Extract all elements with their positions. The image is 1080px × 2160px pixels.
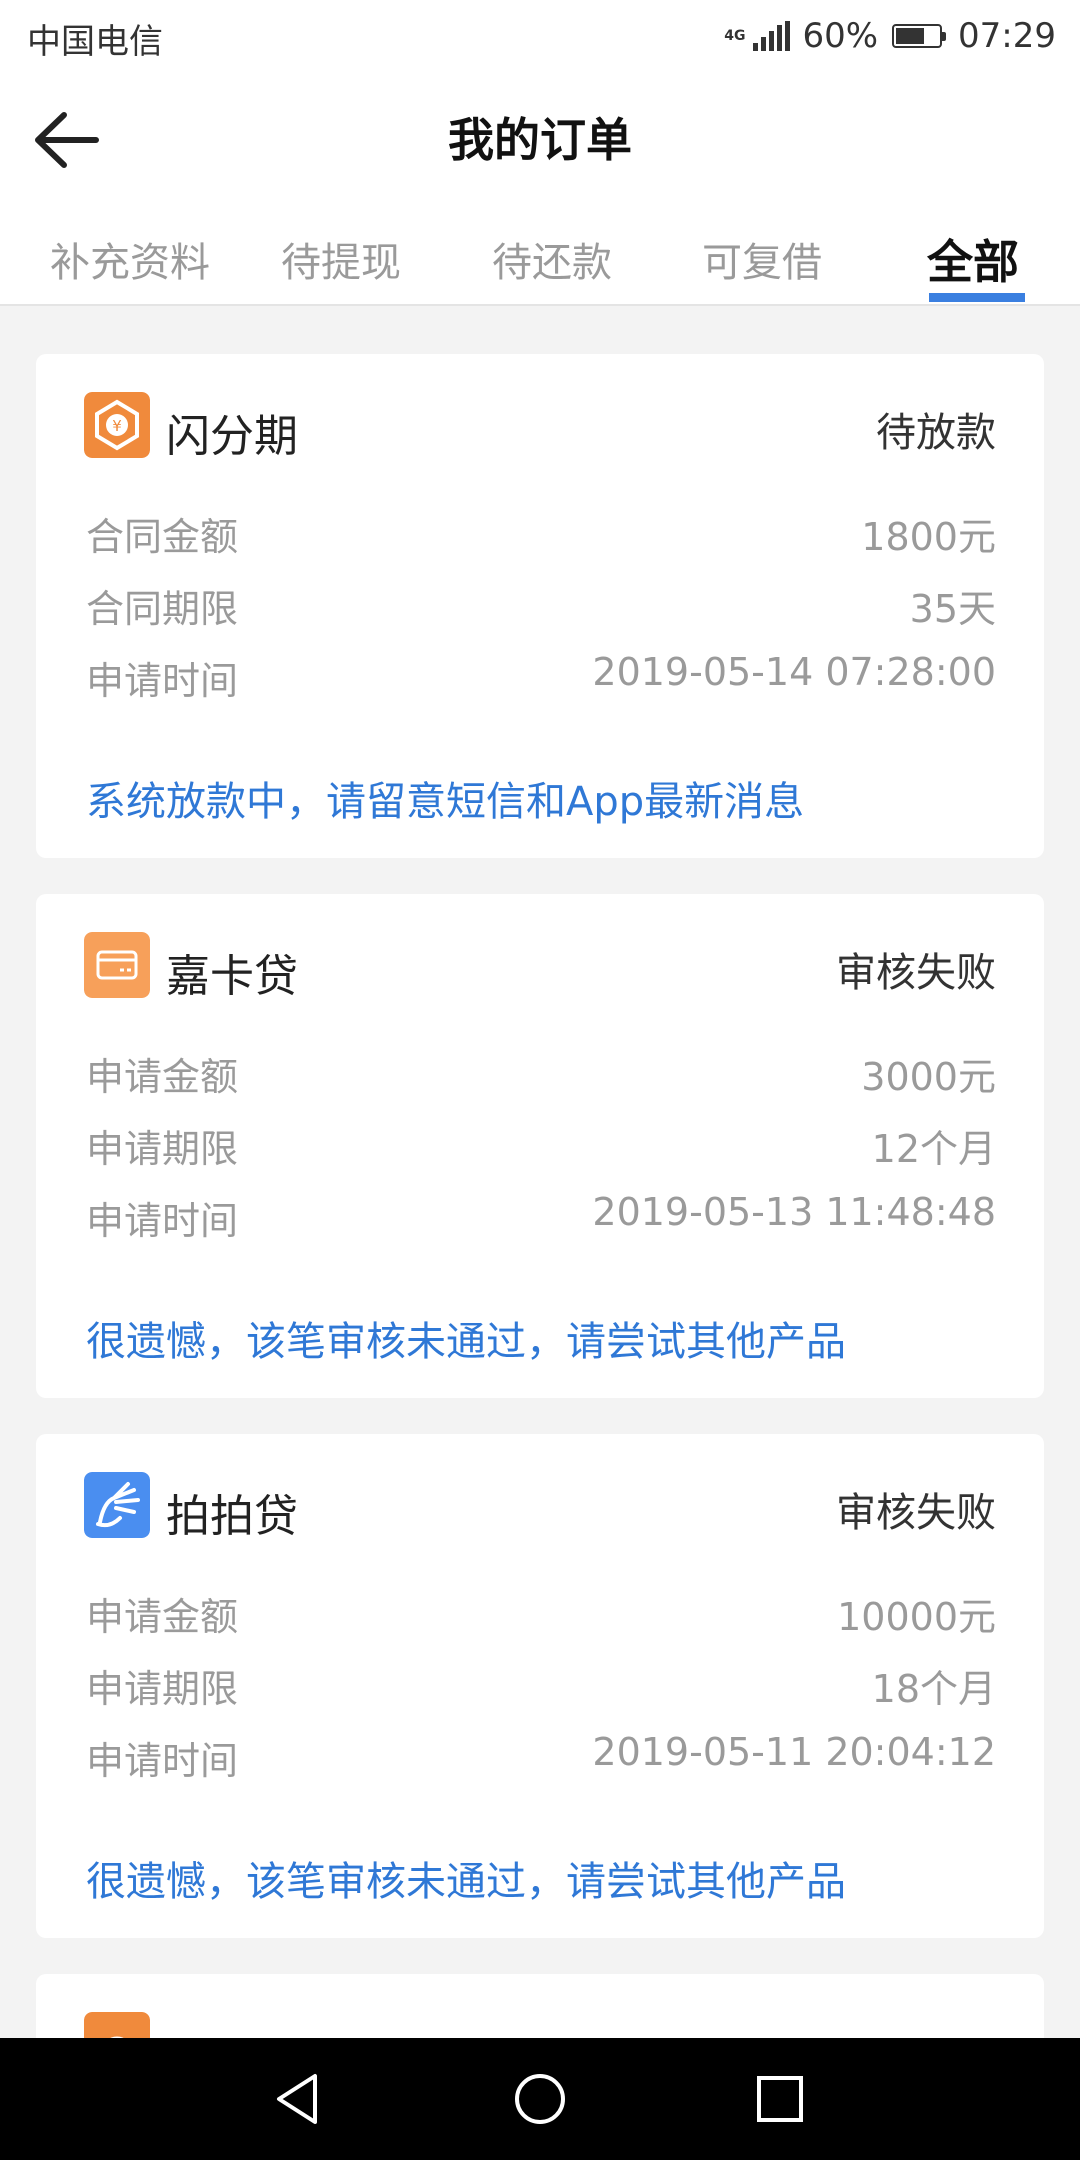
carrier-label: 中国电信 [27, 22, 163, 62]
amount-value: 3000元 [861, 1055, 996, 1099]
signal-icon [753, 21, 791, 51]
tab-all[interactable]: 全部 [927, 226, 1019, 292]
order-tabs: 补充资料 待提现 待还款 可复借 全部 [0, 208, 1080, 306]
apply-time-value: 2019-05-13 11:48:48 [592, 1190, 996, 1234]
active-tab-indicator [929, 293, 1025, 302]
term-value: 12个月 [871, 1127, 996, 1171]
order-status: 待放款 [876, 410, 996, 456]
ppdai-logo-icon [84, 1472, 150, 1538]
apply-time-value: 2019-05-14 07:28:00 [592, 650, 996, 694]
apply-time-label: 申请时间 [86, 1199, 239, 1243]
svg-text:¥: ¥ [112, 417, 122, 435]
product-name: 嘉卡贷 [166, 951, 298, 1002]
order-card[interactable]: 拍拍贷 审核失败 申请金额 10000元 申请期限 18个月 申请时间 2019… [36, 1434, 1044, 1938]
apply-time-label: 申请时间 [86, 659, 239, 703]
apply-time-value: 2019-05-11 20:04:12 [592, 1730, 996, 1774]
nav-home-icon[interactable] [507, 2066, 573, 2132]
term-value: 35天 [909, 587, 996, 631]
app-header: 我的订单 [0, 72, 1080, 208]
order-card[interactable]: 嘉卡贷 审核失败 申请金额 3000元 申请期限 12个月 申请时间 2019-… [36, 894, 1044, 1398]
tab-reborrow[interactable]: 可复借 [702, 230, 822, 288]
amount-value: 10000元 [837, 1595, 996, 1639]
status-message: 很遗憾，该笔审核未通过，请尝试其他产品 [86, 1859, 846, 1905]
tab-pending-withdraw[interactable]: 待提现 [281, 230, 401, 288]
amount-label: 申请金额 [86, 1595, 239, 1639]
amount-label: 合同金额 [86, 515, 239, 559]
order-status: 审核失败 [836, 1490, 996, 1536]
nav-back-icon[interactable] [267, 2066, 333, 2132]
product-name: 拍拍贷 [166, 1491, 298, 1542]
battery-icon [892, 24, 947, 48]
page-title: 我的订单 [448, 113, 632, 167]
flash-installment-logo-icon: ¥ [84, 392, 150, 458]
card-loan-logo-icon [84, 932, 150, 998]
amount-label: 申请金额 [86, 1055, 239, 1099]
clock: 07:29 [958, 16, 1056, 56]
tab-pending-repay[interactable]: 待还款 [492, 230, 612, 288]
term-label: 合同期限 [86, 587, 239, 631]
apply-time-label: 申请时间 [86, 1739, 239, 1783]
tab-supplement-info[interactable]: 补充资料 [50, 230, 210, 288]
status-indicators: 4G 60% 07:29 [724, 12, 1056, 60]
nav-recents-icon[interactable] [747, 2066, 813, 2132]
system-nav-bar [0, 2038, 1080, 2160]
order-card[interactable]: ¥ 闪分期 待放款 合同金额 1800元 合同期限 35天 申请时间 2019-… [36, 354, 1044, 858]
order-list: ¥ 闪分期 待放款 合同金额 1800元 合同期限 35天 申请时间 2019-… [36, 354, 1044, 2054]
status-message: 系统放款中，请留意短信和App最新消息 [86, 779, 805, 825]
order-status: 审核失败 [836, 950, 996, 996]
battery-percent: 60% [802, 16, 879, 56]
amount-value: 1800元 [861, 515, 996, 559]
product-name: 闪分期 [166, 411, 298, 462]
term-label: 申请期限 [86, 1667, 239, 1711]
term-value: 18个月 [871, 1667, 996, 1711]
term-label: 申请期限 [86, 1127, 239, 1171]
status-bar: 中国电信 4G 60% 07:29 [0, 0, 1080, 72]
status-message: 很遗憾，该笔审核未通过，请尝试其他产品 [86, 1319, 846, 1365]
network-type-label: 4G [724, 28, 746, 44]
